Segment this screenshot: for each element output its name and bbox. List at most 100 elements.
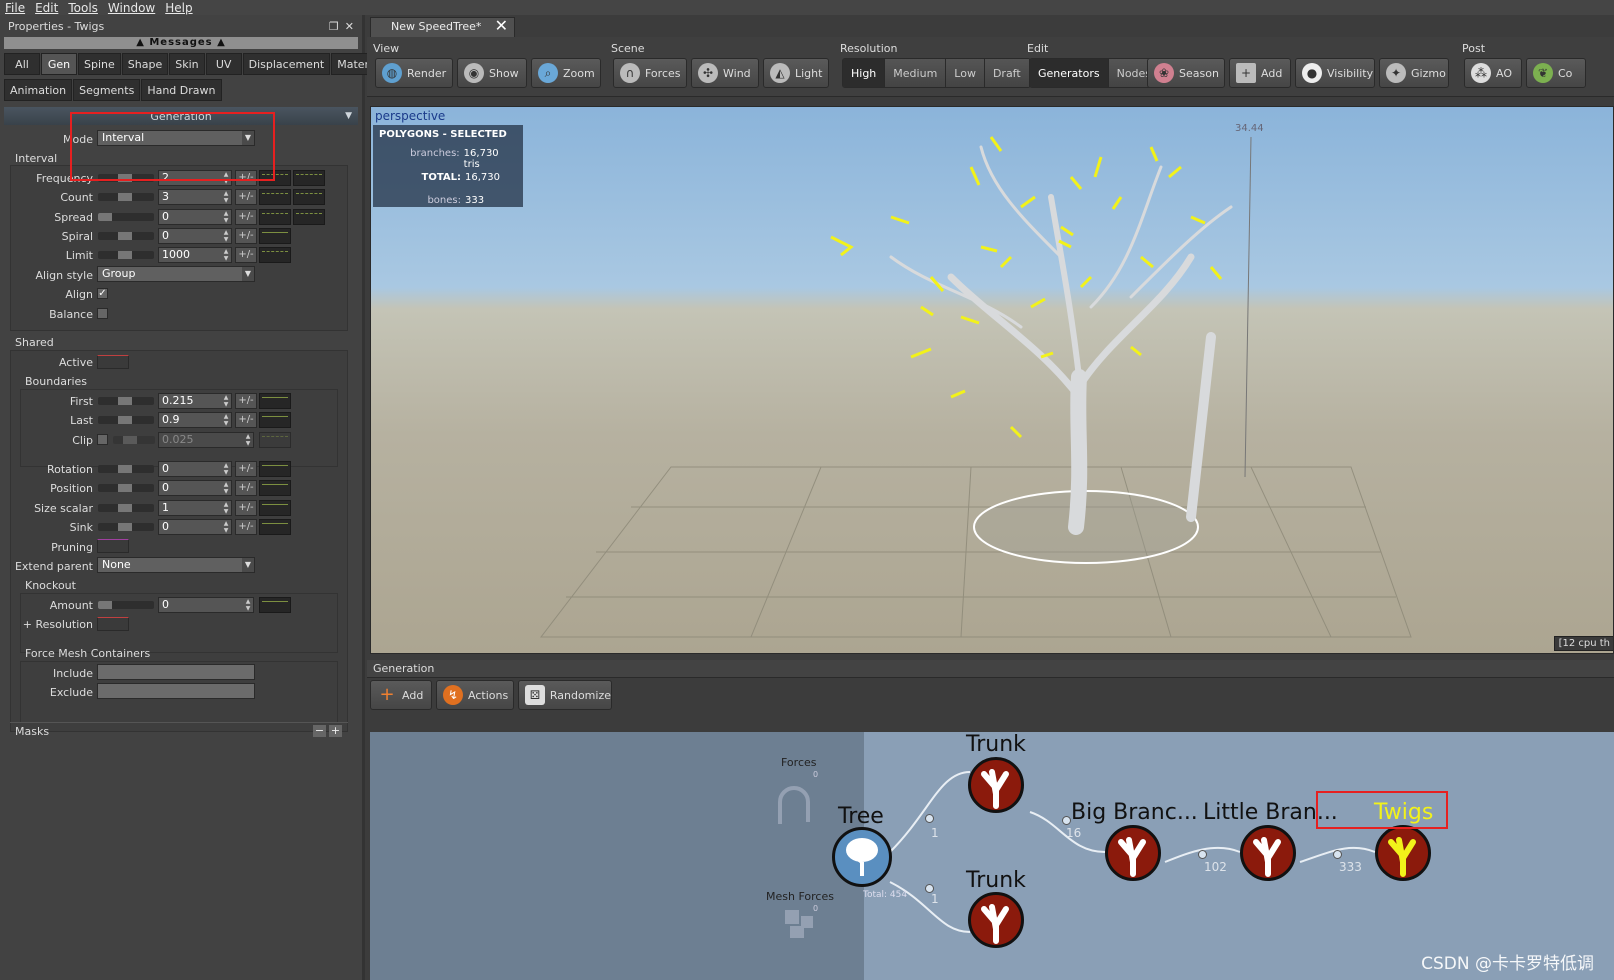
rotation-slider[interactable] bbox=[98, 465, 154, 473]
rotation-variance-button[interactable]: +/- bbox=[235, 461, 257, 477]
trunk-node-1[interactable] bbox=[968, 757, 1024, 813]
season-button[interactable]: ❀ Season bbox=[1147, 58, 1225, 88]
node-graph[interactable]: Forces 0 Mesh Forces 0 Tree Total: 454 T… bbox=[370, 732, 1614, 980]
spread-curve-2[interactable] bbox=[293, 209, 325, 225]
wind-button[interactable]: ✣ Wind bbox=[691, 58, 759, 88]
close-tab-icon[interactable]: ✕ bbox=[495, 17, 508, 35]
position-variance-button[interactable]: +/- bbox=[235, 480, 257, 496]
resolution-medium[interactable]: Medium bbox=[885, 59, 947, 87]
sink-variance-button[interactable]: +/- bbox=[235, 519, 257, 535]
rotation-input[interactable]: 0 ▲ ▼ bbox=[158, 461, 232, 477]
randomize-button[interactable]: ⚄ Randomize bbox=[518, 680, 612, 710]
limit-slider[interactable] bbox=[98, 251, 154, 259]
exclude-field[interactable] bbox=[97, 683, 255, 699]
resolution-draft[interactable]: Draft bbox=[984, 59, 1030, 87]
show-button[interactable]: ◉ Show bbox=[457, 58, 527, 88]
count-curve-2[interactable] bbox=[293, 189, 325, 205]
first-variance-button[interactable]: +/- bbox=[235, 393, 257, 409]
sink-slider[interactable] bbox=[98, 523, 154, 531]
balance-checkbox[interactable] bbox=[97, 308, 108, 319]
last-variance-button[interactable]: +/- bbox=[235, 412, 257, 428]
big-branches-node[interactable] bbox=[1105, 825, 1161, 881]
ao-button[interactable]: ⁂ AO bbox=[1464, 58, 1522, 88]
active-curve[interactable] bbox=[97, 355, 129, 369]
position-slider[interactable] bbox=[98, 484, 154, 492]
clip-checkbox[interactable] bbox=[97, 434, 108, 445]
limit-variance-button[interactable]: +/- bbox=[235, 247, 257, 263]
size-scalar-input[interactable]: 1 ▲ ▼ bbox=[158, 500, 232, 516]
align-style-dropdown[interactable]: Group ▼ bbox=[97, 266, 255, 282]
last-input[interactable]: 0.9 ▲ ▼ bbox=[158, 412, 232, 428]
resolution-low[interactable]: Low bbox=[946, 59, 985, 87]
amount-slider[interactable] bbox=[98, 601, 154, 609]
clip-curve[interactable] bbox=[259, 432, 291, 448]
menu-window[interactable]: Window bbox=[108, 1, 155, 15]
count-input[interactable]: 3 ▲ ▼ bbox=[158, 189, 232, 205]
last-curve[interactable] bbox=[259, 412, 291, 428]
plus-icon[interactable]: + bbox=[329, 725, 342, 737]
last-slider[interactable] bbox=[98, 416, 154, 424]
document-tab[interactable]: New SpeedTree* ✕ bbox=[370, 17, 515, 37]
gizmo-button[interactable]: ✦ Gizmo bbox=[1379, 58, 1449, 88]
limit-input[interactable]: 1000 ▲ ▼ bbox=[158, 247, 232, 263]
pruning-curve[interactable] bbox=[97, 539, 129, 553]
render-button[interactable]: ◍ Render bbox=[375, 58, 453, 88]
first-slider[interactable] bbox=[98, 397, 154, 405]
gen-add-button[interactable]: + Add bbox=[370, 680, 432, 710]
clip-slider[interactable] bbox=[113, 436, 155, 444]
little-branches-node[interactable] bbox=[1240, 825, 1296, 881]
trunk-node-2[interactable] bbox=[968, 892, 1024, 948]
count-variance-button[interactable]: +/- bbox=[235, 189, 257, 205]
align-checkbox[interactable]: ✓ bbox=[97, 288, 108, 299]
sink-input[interactable]: 0 ▲ ▼ bbox=[158, 519, 232, 535]
link-handle[interactable] bbox=[925, 814, 934, 823]
frequency-curve-2[interactable] bbox=[293, 170, 325, 186]
tree-node[interactable] bbox=[832, 827, 892, 887]
spiral-input[interactable]: 0 ▲ ▼ bbox=[158, 228, 232, 244]
include-field[interactable] bbox=[97, 664, 255, 680]
twigs-node[interactable] bbox=[1375, 825, 1431, 881]
forces-button[interactable]: ∩ Forces bbox=[613, 58, 687, 88]
spread-input[interactable]: 0 ▲ ▼ bbox=[158, 209, 232, 225]
co-button[interactable]: ❦ Co bbox=[1526, 58, 1586, 88]
position-curve[interactable] bbox=[259, 480, 291, 496]
generators-tab[interactable]: Generators bbox=[1030, 59, 1109, 87]
zoom-button[interactable]: ⌕ Zoom bbox=[531, 58, 601, 88]
actions-button[interactable]: ↯ Actions bbox=[436, 680, 514, 710]
menu-help[interactable]: Help bbox=[165, 1, 192, 15]
amount-curve[interactable] bbox=[259, 597, 291, 613]
size-scalar-curve[interactable] bbox=[259, 500, 291, 516]
link-handle[interactable] bbox=[1198, 850, 1207, 859]
3d-viewport[interactable]: perspective POLYGONS - SELECTED branches… bbox=[370, 106, 1614, 654]
spiral-curve[interactable] bbox=[259, 228, 291, 244]
link-handle[interactable] bbox=[1062, 816, 1071, 825]
count-curve[interactable] bbox=[259, 189, 291, 205]
extend-parent-dropdown[interactable]: None ▼ bbox=[97, 557, 255, 573]
spiral-slider[interactable] bbox=[98, 232, 154, 240]
resolution-high[interactable]: High bbox=[843, 59, 886, 87]
add-button[interactable]: + Add bbox=[1229, 58, 1291, 88]
size-scalar-variance-button[interactable]: +/- bbox=[235, 500, 257, 516]
position-input[interactable]: 0 ▲ ▼ bbox=[158, 480, 232, 496]
amount-input[interactable]: 0 ▲ ▼ bbox=[158, 597, 254, 613]
first-curve[interactable] bbox=[259, 393, 291, 409]
menu-tools[interactable]: Tools bbox=[68, 1, 98, 15]
visibility-button[interactable]: ● Visibility bbox=[1295, 58, 1375, 88]
link-handle[interactable] bbox=[1333, 850, 1342, 859]
sink-curve[interactable] bbox=[259, 519, 291, 535]
first-input[interactable]: 0.215 ▲ ▼ bbox=[158, 393, 232, 409]
clip-input[interactable]: 0.025 ▲ ▼ bbox=[158, 432, 254, 448]
spread-variance-button[interactable]: +/- bbox=[235, 209, 257, 225]
spread-curve[interactable] bbox=[259, 209, 291, 225]
size-scalar-slider[interactable] bbox=[98, 504, 154, 512]
light-button[interactable]: ◭ Light bbox=[763, 58, 829, 88]
resolution-curve[interactable] bbox=[97, 617, 129, 631]
rotation-curve[interactable] bbox=[259, 461, 291, 477]
menu-edit[interactable]: Edit bbox=[35, 1, 58, 15]
limit-curve[interactable] bbox=[259, 247, 291, 263]
spread-slider[interactable] bbox=[98, 213, 154, 221]
menu-file[interactable]: File bbox=[5, 1, 25, 15]
minus-icon[interactable]: − bbox=[313, 725, 326, 737]
spiral-variance-button[interactable]: +/- bbox=[235, 228, 257, 244]
count-slider[interactable] bbox=[98, 193, 154, 201]
